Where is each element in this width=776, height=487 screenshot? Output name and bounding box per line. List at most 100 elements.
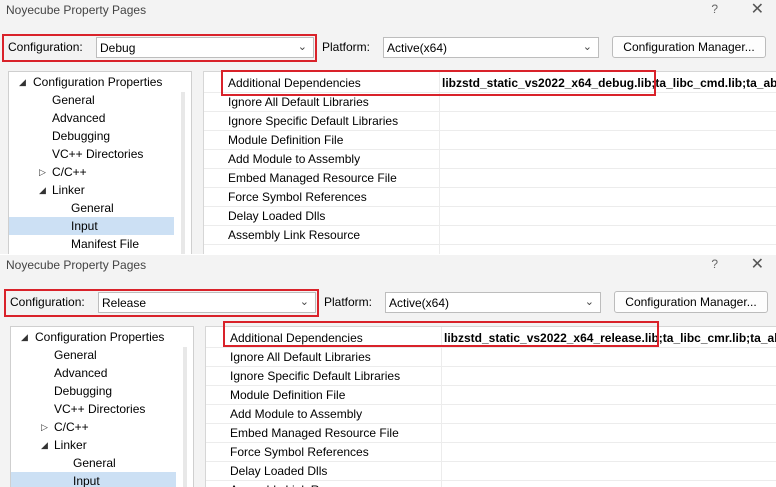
tree-item[interactable]: General — [9, 91, 174, 109]
release-property-pages-dialog: Noyecube Property Pages ? ✕ Configuratio… — [0, 255, 776, 487]
tree-item-label: Debugging — [54, 384, 113, 398]
tree-item-label: Input — [73, 474, 100, 487]
tree-item[interactable]: ◢ Configuration Properties — [11, 328, 176, 346]
help-button[interactable]: ? — [711, 257, 718, 271]
property-row[interactable]: Add Module to Assembly — [204, 150, 776, 169]
property-row[interactable]: Assembly Link Resource — [204, 226, 776, 245]
tree-item[interactable]: Advanced — [9, 109, 174, 127]
tree-item-label: Manifest File — [71, 237, 140, 251]
property-row[interactable]: Add Module to Assembly — [206, 405, 776, 424]
platform-value: Active(x64) — [389, 296, 450, 310]
window-title: Noyecube Property Pages — [6, 3, 147, 17]
window-title: Noyecube Property Pages — [6, 258, 147, 272]
property-name: Delay Loaded Dlls — [230, 464, 328, 478]
tree-scrollbar[interactable] — [181, 92, 185, 254]
property-grid: Additional Dependencies libzstd_static_vs… — [203, 71, 776, 254]
property-name: Add Module to Assembly — [228, 152, 361, 166]
property-name: Ignore Specific Default Libraries — [230, 369, 401, 383]
tree-scrollbar[interactable] — [183, 347, 187, 487]
title-bar: Noyecube Property Pages ? ✕ — [0, 0, 776, 24]
property-name: Module Definition File — [230, 388, 346, 402]
property-name: Assembly Link Resource — [230, 481, 362, 487]
property-row[interactable]: Embed Managed Resource File — [204, 169, 776, 188]
tree-item[interactable]: ◢ Configuration Properties — [9, 73, 174, 91]
property-name: Add Module to Assembly — [230, 407, 363, 421]
tree-item[interactable]: General — [9, 199, 174, 217]
property-row[interactable]: Force Symbol References — [206, 443, 776, 462]
tree-item-label: Advanced — [52, 111, 106, 125]
tree-item-label: C/C++ — [54, 420, 89, 434]
collapsed-arrow-icon[interactable]: ▷ — [39, 163, 46, 181]
property-name: Embed Managed Resource File — [230, 426, 399, 440]
tree-item-label: VC++ Directories — [54, 402, 146, 416]
expanded-arrow-icon[interactable]: ◢ — [21, 328, 28, 346]
tree-item[interactable]: General — [11, 346, 176, 364]
property-row[interactable]: Module Definition File — [204, 131, 776, 150]
property-row[interactable]: Embed Managed Resource File — [206, 424, 776, 443]
configuration-highlight-box — [2, 34, 317, 62]
close-button[interactable]: ✕ — [751, 255, 764, 274]
tree-item-label: Linker — [54, 438, 87, 452]
tree-item[interactable]: Input — [9, 217, 174, 235]
tree-item-label: VC++ Directories — [52, 147, 144, 161]
tree-item[interactable]: ◢ Linker — [9, 181, 174, 199]
chevron-down-icon: ⌄ — [584, 296, 594, 308]
expanded-arrow-icon[interactable]: ◢ — [39, 181, 46, 199]
configuration-manager-button[interactable]: Configuration Manager... — [612, 36, 766, 58]
property-name: Module Definition File — [228, 133, 344, 147]
tree-item[interactable]: Input — [11, 472, 176, 487]
property-row[interactable]: Force Symbol References — [204, 188, 776, 207]
tree-item[interactable]: Debugging — [9, 127, 174, 145]
tree-item[interactable]: ▷ C/C++ — [11, 418, 176, 436]
tree-item-label: Configuration Properties — [35, 330, 165, 344]
tree-item-label: Configuration Properties — [33, 75, 163, 89]
property-row[interactable]: Assembly Link Resource — [206, 481, 776, 487]
tree-item-label: General — [54, 348, 97, 362]
property-row[interactable]: Delay Loaded Dlls — [206, 462, 776, 481]
tree-item-label: Input — [71, 219, 98, 233]
title-bar: Noyecube Property Pages ? ✕ — [0, 255, 776, 279]
property-row[interactable]: Module Definition File — [206, 386, 776, 405]
property-row[interactable]: Ignore Specific Default Libraries — [204, 112, 776, 131]
tree-item[interactable]: ▷ C/C++ — [9, 163, 174, 181]
tree-item-label: Linker — [52, 183, 85, 197]
tree-item-label: Debugging — [52, 129, 111, 143]
property-name: Force Symbol References — [230, 445, 369, 459]
platform-label: Platform: — [324, 295, 373, 309]
property-name: Ignore Specific Default Libraries — [228, 114, 399, 128]
property-name: Ignore All Default Libraries — [230, 350, 371, 364]
debug-property-pages-dialog: Noyecube Property Pages ? ✕ Configuratio… — [0, 0, 776, 254]
tree-item[interactable]: General — [11, 454, 176, 472]
property-name: Embed Managed Resource File — [228, 171, 397, 185]
chevron-down-icon: ⌄ — [582, 41, 592, 53]
tree-item[interactable]: ◢ Linker — [11, 436, 176, 454]
property-tree: ◢ Configuration Properties General Advanced… — [8, 71, 192, 254]
additional-dependencies-highlight-box — [221, 70, 656, 96]
platform-label: Platform: — [322, 40, 371, 54]
property-grid: Additional Dependencies libzstd_static_vs… — [205, 326, 776, 487]
property-tree: ◢ Configuration Properties General Advanced… — [10, 326, 194, 487]
tree-item[interactable]: VC++ Directories — [11, 400, 176, 418]
property-row[interactable]: Ignore Specific Default Libraries — [206, 367, 776, 386]
platform-dropdown[interactable]: Active(x64) ⌄ — [383, 37, 599, 58]
property-row[interactable]: Ignore All Default Libraries — [206, 348, 776, 367]
tree-item[interactable]: Manifest File — [9, 235, 174, 253]
platform-dropdown[interactable]: Active(x64) ⌄ — [385, 292, 601, 313]
expanded-arrow-icon[interactable]: ◢ — [19, 73, 26, 91]
property-name: Delay Loaded Dlls — [228, 209, 326, 223]
tree-item-label: General — [73, 456, 116, 470]
collapsed-arrow-icon[interactable]: ▷ — [41, 418, 48, 436]
tree-item[interactable]: VC++ Directories — [9, 145, 174, 163]
tree-item-label: General — [71, 201, 114, 215]
help-button[interactable]: ? — [711, 2, 718, 16]
property-row[interactable]: Delay Loaded Dlls — [204, 207, 776, 226]
expanded-arrow-icon[interactable]: ◢ — [41, 436, 48, 454]
tree-item[interactable]: Advanced — [11, 364, 176, 382]
tree-item-label: General — [52, 93, 95, 107]
close-button[interactable]: ✕ — [751, 0, 764, 19]
platform-value: Active(x64) — [387, 41, 448, 55]
tree-item[interactable]: Debugging — [11, 382, 176, 400]
configuration-manager-button[interactable]: Configuration Manager... — [614, 291, 768, 313]
property-name: Force Symbol References — [228, 190, 367, 204]
tree-item-label: Advanced — [54, 366, 108, 380]
